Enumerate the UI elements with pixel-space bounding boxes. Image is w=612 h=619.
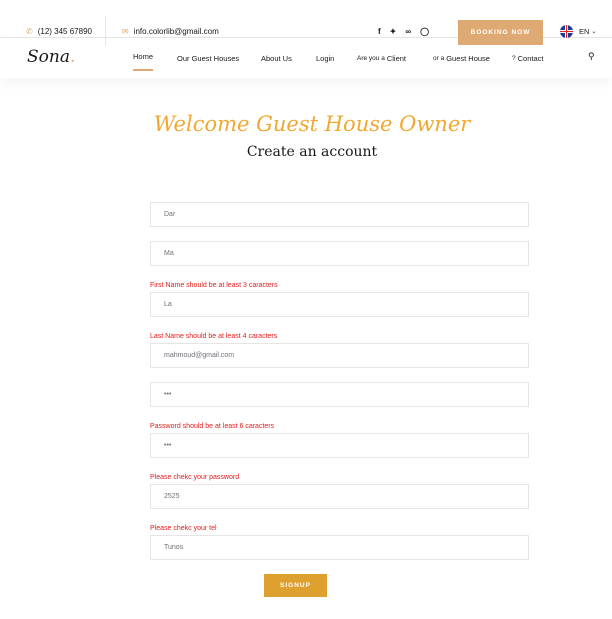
confirm-password-error: Please chekc your password <box>150 474 240 481</box>
uk-flag-icon <box>560 24 573 38</box>
nav-login[interactable]: Login <box>316 38 334 78</box>
envelope-icon: ✉ <box>122 26 129 36</box>
phone-icon: ✆ <box>26 26 33 36</box>
chevron-down-icon: ⌄ <box>591 28 597 35</box>
welcome-heading: Welcome Guest House Owner <box>153 112 471 136</box>
email-field[interactable]: mahmoud@gmail.com <box>150 343 529 368</box>
last-name-error: Last Name should be at least 4 caracters <box>150 333 278 340</box>
nav-client[interactable]: Are you a Client <box>357 38 406 78</box>
logo[interactable]: Sona. <box>27 47 75 67</box>
signup-button[interactable]: SIGNUP <box>264 574 327 597</box>
confirm-password-field[interactable]: ••• <box>150 433 529 458</box>
facebook-icon[interactable]: f <box>378 27 381 36</box>
nav-guest-house[interactable]: or a Guest House <box>433 38 490 78</box>
nav-about-us[interactable]: About Us <box>261 38 292 78</box>
twitter-icon[interactable]: ✦ <box>390 27 397 36</box>
password-error: Password should be at least 6 caracters <box>150 423 275 430</box>
tel-error: Please chekc your tel <box>150 525 217 532</box>
search-icon[interactable]: ⚲ <box>588 51 595 62</box>
last-name-field[interactable]: Ma <box>150 241 529 266</box>
page-subtitle: Create an account <box>246 144 378 160</box>
tripadvisor-icon[interactable]: ∞ <box>405 27 411 36</box>
nav-home[interactable]: Home <box>133 44 154 71</box>
phone-number: (12) 345 67890 <box>37 26 92 36</box>
first-name-field[interactable]: Dar <box>150 202 529 227</box>
field-la[interactable]: La <box>150 292 529 317</box>
first-name-error: First Name should be at least 3 caracter… <box>150 282 278 289</box>
password-field[interactable]: ••• <box>150 382 529 407</box>
top-bar: ✆ (12) 345 67890 ✉ info.colorlib@gmail.c… <box>0 0 612 46</box>
tel-field[interactable]: 2525 <box>150 484 529 509</box>
city-field[interactable]: Tunos <box>150 535 529 560</box>
instagram-icon[interactable]: ◯ <box>420 27 429 36</box>
nav-contact[interactable]: ? Contact <box>512 38 543 78</box>
nav-our-guest-houses[interactable]: Our Guest Houses <box>177 38 239 78</box>
email-address: info.colorlib@gmail.com <box>133 26 219 36</box>
main-navigation: Sona. Home Our Guest Houses About Us Log… <box>0 38 612 78</box>
language-label: EN <box>579 26 590 36</box>
